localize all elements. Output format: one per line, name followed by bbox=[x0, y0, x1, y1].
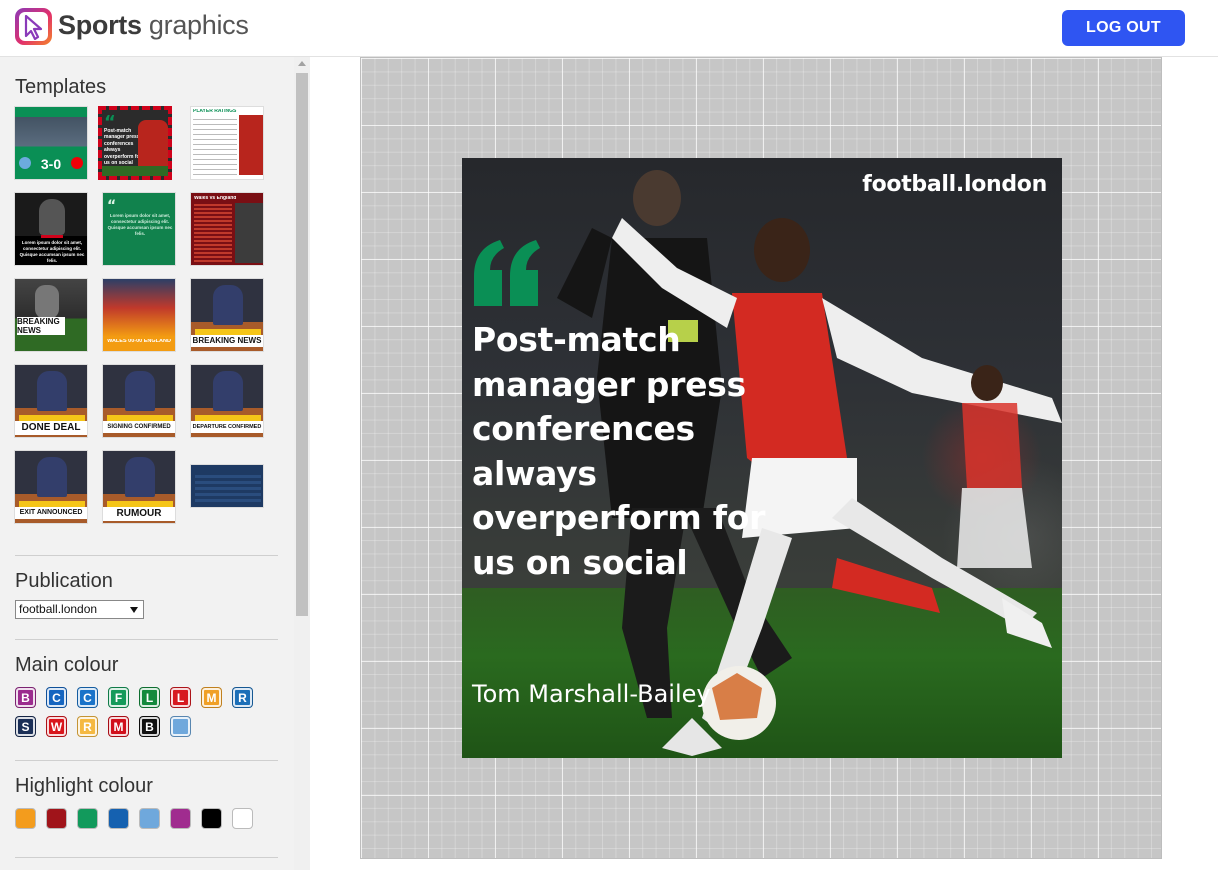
highlight-colour-swatch[interactable] bbox=[77, 808, 98, 829]
template-lineup[interactable]: Wales vs England bbox=[190, 192, 264, 266]
app-header: Sports graphics LOG OUT bbox=[0, 0, 1218, 57]
main-colour-swatch[interactable]: F bbox=[108, 687, 129, 708]
main-colour-swatch[interactable]: L bbox=[139, 687, 160, 708]
template-player-ratings-label: PLAYER RATINGS bbox=[193, 109, 237, 114]
main-colour-swatch[interactable]: W bbox=[46, 716, 67, 737]
template-rumour[interactable]: RUMOUR bbox=[102, 450, 176, 524]
template-exit-announced-label: EXIT ANNOUNCED bbox=[15, 507, 87, 519]
highlight-colour-swatch[interactable] bbox=[108, 808, 129, 829]
template-quote-red[interactable]: “ Post-match manager press conferences a… bbox=[98, 106, 172, 180]
template-table[interactable] bbox=[190, 464, 264, 508]
main-colour-swatch[interactable] bbox=[170, 716, 191, 737]
scrollbar-thumb[interactable] bbox=[296, 73, 308, 616]
template-player-ratings[interactable]: PLAYER RATINGS bbox=[190, 106, 264, 180]
brand-light: graphics bbox=[148, 10, 249, 40]
template-exit-announced[interactable]: EXIT ANNOUNCED bbox=[14, 450, 88, 524]
template-done-deal-label: DONE DEAL bbox=[15, 421, 87, 435]
graphic-preview[interactable]: football.london Post-match manager press… bbox=[462, 158, 1062, 758]
quote-text[interactable]: Post-match manager press conferences alw… bbox=[472, 318, 772, 585]
chevron-down-icon bbox=[130, 607, 138, 613]
workspace: football.london Post-match manager press… bbox=[310, 57, 1218, 870]
highlight-colour-swatch[interactable] bbox=[201, 808, 222, 829]
sidebar: Templates 3-0 “ Post-match manager press… bbox=[0, 57, 310, 870]
template-quote-photo-label: Lorem ipsum dolor sit amet, consectetur … bbox=[19, 240, 85, 263]
template-rumour-label: RUMOUR bbox=[103, 507, 175, 521]
highlight-colour-heading: Highlight colour bbox=[15, 775, 153, 797]
main-colour-swatch[interactable]: M bbox=[201, 687, 222, 708]
main-colour-swatch[interactable]: L bbox=[170, 687, 191, 708]
templates-heading: Templates bbox=[15, 76, 107, 98]
section-divider bbox=[15, 555, 278, 556]
highlight-colour-swatch[interactable] bbox=[46, 808, 67, 829]
template-result[interactable]: 3-0 bbox=[14, 106, 88, 180]
brand-bold: Sports bbox=[58, 10, 142, 40]
main-colour-swatch[interactable]: R bbox=[232, 687, 253, 708]
main-colour-swatch[interactable]: B bbox=[15, 687, 36, 708]
canvas-grid: football.london Post-match manager press… bbox=[360, 57, 1162, 859]
app-logo-icon bbox=[15, 8, 52, 45]
main-colour-swatch[interactable]: S bbox=[15, 716, 36, 737]
main-colour-swatch[interactable]: B bbox=[139, 716, 160, 737]
quote-author[interactable]: Tom Marshall-Bailey bbox=[472, 680, 711, 708]
template-done-deal[interactable]: DONE DEAL bbox=[14, 364, 88, 438]
section-divider bbox=[15, 639, 278, 640]
publication-logo: football.london bbox=[862, 172, 1047, 197]
main-colour-heading: Main colour bbox=[15, 654, 119, 676]
quote-mark-icon bbox=[474, 240, 540, 306]
template-departure-confirmed-label: DEPARTURE CONFIRMED bbox=[191, 421, 263, 433]
main-colour-swatch[interactable]: C bbox=[46, 687, 67, 708]
publication-select-value: football.london bbox=[19, 602, 98, 616]
template-quote-photo[interactable]: Lorem ipsum dolor sit amet, consectetur … bbox=[14, 192, 88, 266]
sidebar-scrollbar[interactable] bbox=[294, 57, 310, 870]
template-quote-green-label: Lorem ipsum dolor sit amet, consectetur … bbox=[107, 213, 173, 236]
highlight-colour-swatch[interactable] bbox=[170, 808, 191, 829]
template-score-fire[interactable]: WALES 00-00 ENGLAND bbox=[102, 278, 176, 352]
template-score-fire-label: WALES 00-00 ENGLAND bbox=[107, 339, 171, 344]
template-quote-green[interactable]: “ Lorem ipsum dolor sit amet, consectetu… bbox=[102, 192, 176, 266]
section-divider bbox=[15, 760, 278, 761]
quote-mark-icon: “ bbox=[107, 198, 117, 214]
highlight-colour-swatch[interactable] bbox=[232, 808, 253, 829]
template-signing-confirmed[interactable]: SIGNING CONFIRMED bbox=[102, 364, 176, 438]
app-brand: Sports graphics bbox=[58, 10, 249, 41]
main-colour-swatch[interactable]: C bbox=[77, 687, 98, 708]
highlight-colour-swatch[interactable] bbox=[15, 808, 36, 829]
publication-heading: Publication bbox=[15, 570, 113, 592]
template-breaking-news-1-label: BREAKING NEWS bbox=[17, 317, 65, 335]
section-divider bbox=[15, 857, 278, 858]
template-lineup-label: Wales vs England bbox=[194, 196, 237, 201]
logout-button[interactable]: LOG OUT bbox=[1062, 10, 1185, 46]
template-breaking-news-2[interactable]: BREAKING NEWS bbox=[190, 278, 264, 352]
template-signing-confirmed-label: SIGNING CONFIRMED bbox=[103, 421, 175, 433]
main-colour-swatch[interactable]: M bbox=[108, 716, 129, 737]
template-breaking-news-1[interactable]: BREAKING NEWS bbox=[14, 278, 88, 352]
scroll-up-icon[interactable] bbox=[298, 61, 306, 66]
main-colour-swatch[interactable]: R bbox=[77, 716, 98, 737]
publication-select[interactable]: football.london bbox=[15, 600, 144, 619]
template-departure-confirmed[interactable]: DEPARTURE CONFIRMED bbox=[190, 364, 264, 438]
template-breaking-news-2-label: BREAKING NEWS bbox=[191, 335, 263, 347]
highlight-colour-swatch[interactable] bbox=[139, 808, 160, 829]
